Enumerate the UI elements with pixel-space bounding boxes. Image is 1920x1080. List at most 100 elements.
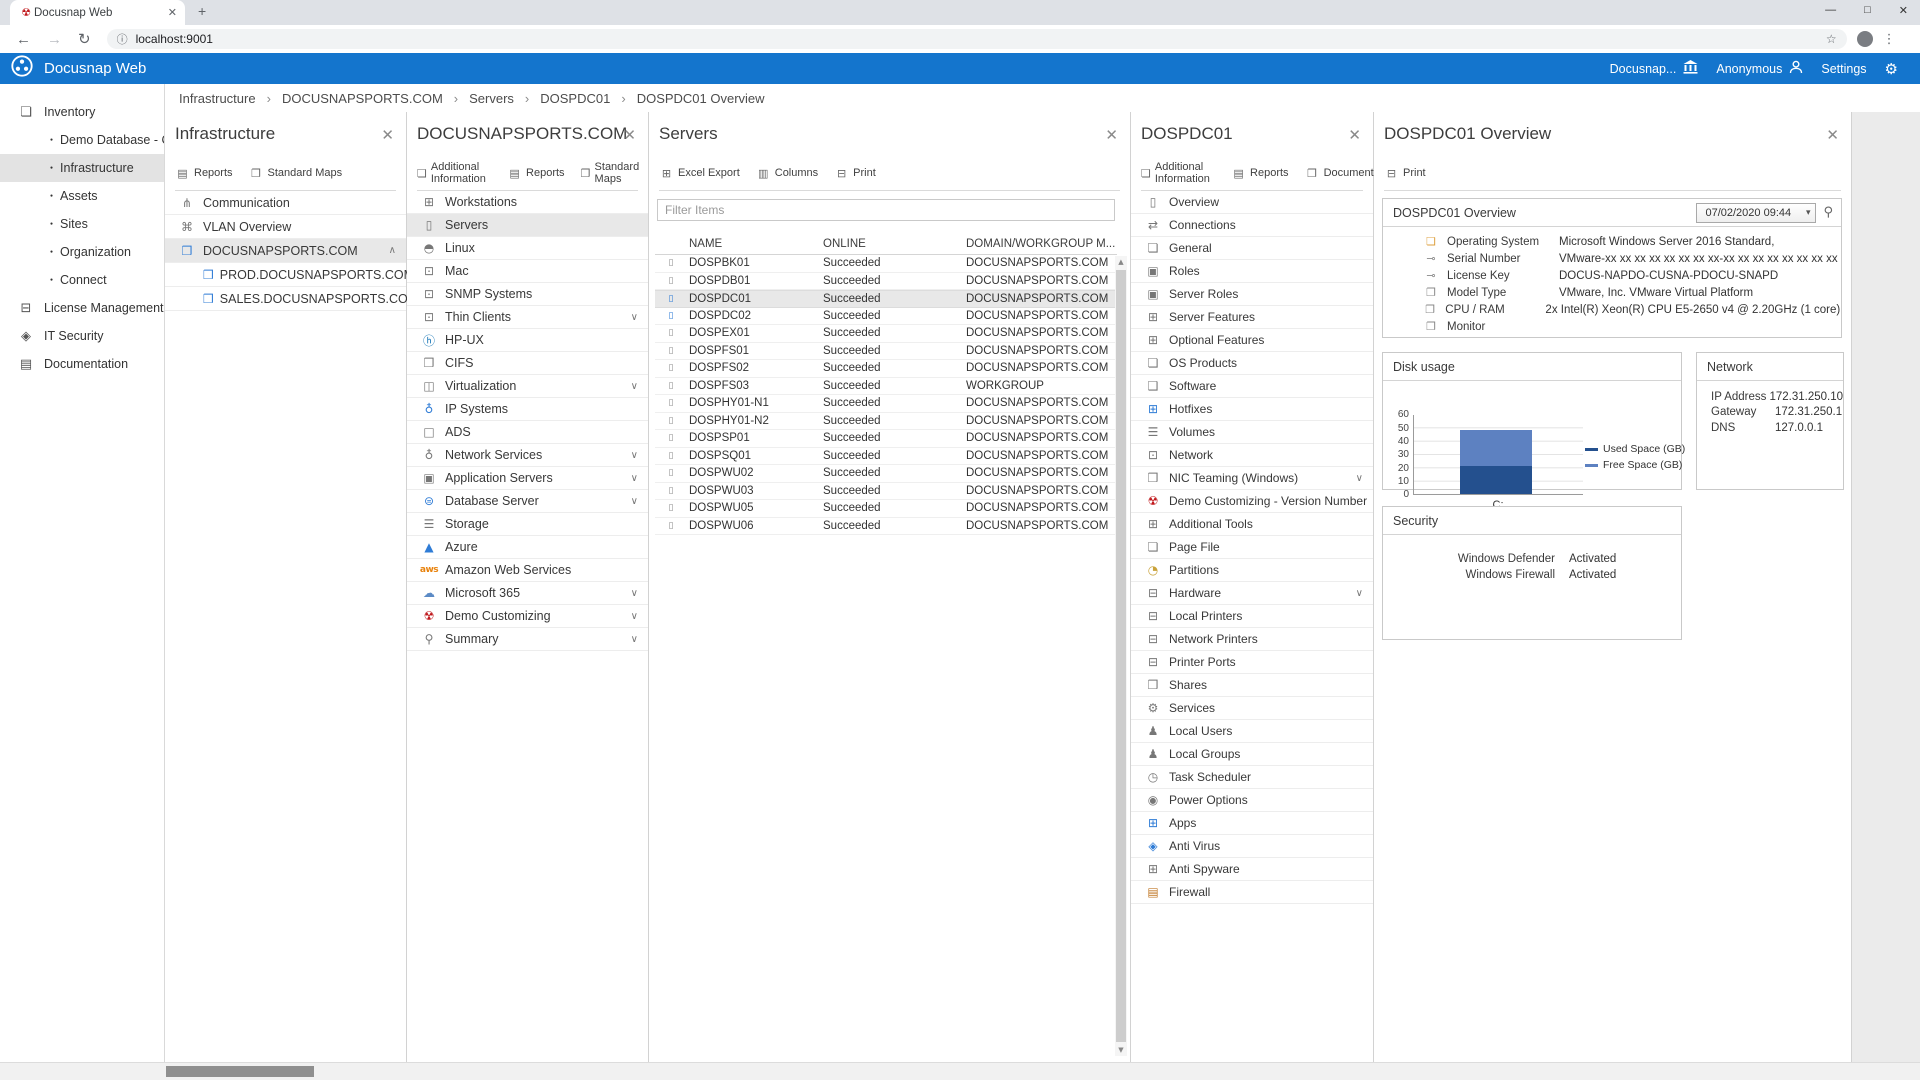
sidebar-item-inventory[interactable]: ❏ Inventory [0,98,164,126]
list-item-storage[interactable]: ☰ Storage [407,513,648,536]
list-item-network-services[interactable]: ♁ Network Services ∨ [407,444,648,467]
sidebar-item-sites[interactable]: Sites [0,210,164,238]
tree-item-docusnapsports[interactable]: ❒ DOCUSNAPSPORTS.COM ∧ [165,239,406,263]
table-row[interactable]: ▯ DOSPBK01 Succeeded DOCUSNAPSPORTS.COM [655,255,1117,273]
chevron-up-icon[interactable]: ∧ [389,245,396,256]
scrollbar-horizontal[interactable] [0,1062,1920,1080]
additional-information-button[interactable]: ❏ Additional Information [417,161,491,185]
excel-export-button[interactable]: ⊞ Excel Export [659,167,740,180]
list-item-partitions[interactable]: ◔ Partitions [1131,559,1373,582]
settings-menu[interactable]: Settings [1821,62,1866,76]
sidebar-item-assets[interactable]: Assets [0,182,164,210]
list-item-power-options[interactable]: ◉ Power Options [1131,789,1373,812]
list-item-hardware[interactable]: ⊟ Hardware ∨ [1131,582,1373,605]
list-item-os-products[interactable]: ❏ OS Products [1131,352,1373,375]
list-item-page-file[interactable]: ❏ Page File [1131,536,1373,559]
list-item-local-users[interactable]: ♟ Local Users [1131,720,1373,743]
list-item-amazon-web-services[interactable]: aws Amazon Web Services [407,559,648,582]
table-row[interactable]: ▯ DOSPSP01 Succeeded DOCUSNAPSPORTS.COM [655,430,1117,448]
list-item-summary[interactable]: ⚲ Summary ∨ [407,628,648,651]
list-item-additional-tools[interactable]: ⊞ Additional Tools [1131,513,1373,536]
snapshot-date-select[interactable]: 07/02/2020 09:44 ▾ [1696,203,1816,223]
chevron-down-icon[interactable]: ∨ [631,634,638,645]
standard-maps-button[interactable]: ❐ Standard Maps [581,161,645,185]
list-item-anti-virus[interactable]: ◈ Anti Virus [1131,835,1373,858]
url-bar[interactable]: ⓘ localhost:9001 ☆ [107,29,1847,49]
table-row[interactable]: ▯ DOSPDC01 Succeeded DOCUSNAPSPORTS.COM [655,290,1117,308]
breadcrumb-item[interactable]: DOCUSNAPSPORTS.COM [256,91,443,106]
list-item-local-groups[interactable]: ♟ Local Groups [1131,743,1373,766]
table-row[interactable]: ▯ DOSPHY01-N2 Succeeded DOCUSNAPSPORTS.C… [655,413,1117,431]
list-item-task-scheduler[interactable]: ◷ Task Scheduler [1131,766,1373,789]
table-row[interactable]: ▯ DOSPDC02 Succeeded DOCUSNAPSPORTS.COM [655,308,1117,326]
list-item-software[interactable]: ❑ Software [1131,375,1373,398]
chevron-down-icon[interactable]: ∨ [1356,473,1363,484]
window-maximize-button[interactable]: □ [1864,4,1871,17]
list-item-virtualization[interactable]: ◫ Virtualization ∨ [407,375,648,398]
window-minimize-button[interactable]: — [1825,4,1836,17]
sidebar-item-infrastructure[interactable]: Infrastructure [0,154,164,182]
table-row[interactable]: ▯ DOSPWU06 Succeeded DOCUSNAPSPORTS.COM [655,518,1117,536]
tenant-menu[interactable]: Docusnap... [1610,60,1699,77]
tree-item-vlan-overview[interactable]: ⌘ VLAN Overview [165,215,406,239]
breadcrumb-item[interactable]: DOSPDC01 [514,91,610,106]
list-item-cifs[interactable]: ❒ CIFS [407,352,648,375]
list-item-roles[interactable]: ▣ Roles [1131,260,1373,283]
list-item-demo-customizing-version-number[interactable]: ☢ Demo Customizing - Version Number [1131,490,1373,513]
list-item-overview[interactable]: ▯ Overview [1131,191,1373,214]
list-item-thin-clients[interactable]: ⊡ Thin Clients ∨ [407,306,648,329]
breadcrumb-item[interactable]: DOSPDC01 Overview [610,91,764,106]
list-item-application-servers[interactable]: ▣ Application Servers ∨ [407,467,648,490]
list-item-general[interactable]: ❏ General [1131,237,1373,260]
chevron-down-icon[interactable]: ∨ [631,312,638,323]
print-button[interactable]: ⊟ Print [834,167,876,180]
bookmark-star-icon[interactable]: ☆ [1826,32,1837,46]
list-item-azure[interactable]: ▲ Azure [407,536,648,559]
close-icon[interactable]: ✕ [1826,126,1839,144]
reports-button[interactable]: ▤ Reports [507,167,565,180]
table-column-header[interactable]: NAME [681,238,815,250]
table-row[interactable]: ▯ DOSPSQ01 Succeeded DOCUSNAPSPORTS.COM [655,448,1117,466]
chevron-down-icon[interactable]: ∨ [631,611,638,622]
list-item-server-roles[interactable]: ▣ Server Roles [1131,283,1373,306]
table-row[interactable]: ▯ DOSPHY01-N1 Succeeded DOCUSNAPSPORTS.C… [655,395,1117,413]
chevron-down-icon[interactable]: ∨ [631,588,638,599]
back-icon[interactable]: ← [16,31,31,48]
list-item-network[interactable]: ⊡ Network [1131,444,1373,467]
sidebar-item-documentation[interactable]: ▤ Documentation [0,350,164,378]
tree-item-communication[interactable]: ⋔ Communication [165,191,406,215]
breadcrumb-item[interactable]: Servers [443,91,514,106]
print-button[interactable]: ⊟ Print [1384,167,1426,180]
forward-icon[interactable]: → [47,31,62,48]
additional-information-button[interactable]: ❏ Additional Information [1141,161,1215,185]
list-item-database-server[interactable]: ⊜ Database Server ∨ [407,490,648,513]
tree-item-prod-docusnapsports[interactable]: ❒ PROD.DOCUSNAPSPORTS.COM [165,263,406,287]
table-row[interactable]: ▯ DOSPFS01 Succeeded DOCUSNAPSPORTS.COM [655,343,1117,361]
reports-button[interactable]: ▤ Reports [1231,167,1289,180]
gear-icon[interactable]: ⚙ [1885,60,1898,78]
browser-menu-icon[interactable]: ⋮ [1883,32,1896,47]
list-item-hotfixes[interactable]: ⊞ Hotfixes [1131,398,1373,421]
user-menu[interactable]: Anonymous [1716,60,1803,77]
scroll-down-icon[interactable]: ▼ [1115,1046,1127,1054]
chevron-down-icon[interactable]: ∨ [631,473,638,484]
chevron-down-icon[interactable]: ∨ [631,450,638,461]
list-item-servers[interactable]: ▯ Servers [407,214,648,237]
table-column-header[interactable]: DOMAIN/WORKGROUP M... [958,238,1117,250]
list-item-ip-systems[interactable]: ♁ IP Systems [407,398,648,421]
list-item-hp-ux[interactable]: ⓗ HP-UX [407,329,648,352]
table-row[interactable]: ▯ DOSPWU05 Succeeded DOCUSNAPSPORTS.COM [655,500,1117,518]
browser-tab[interactable]: ☢ Docusnap Web ✕ [10,0,185,25]
list-item-demo-customizing[interactable]: ☢ Demo Customizing ∨ [407,605,648,628]
list-item-network-printers[interactable]: ⊟ Network Printers [1131,628,1373,651]
table-row[interactable]: ▯ DOSPEX01 Succeeded DOCUSNAPSPORTS.COM [655,325,1117,343]
standard-maps-button[interactable]: ❐ Standard Maps [249,167,343,180]
tree-item-sales-docusnapsports[interactable]: ❒ SALES.DOCUSNAPSPORTS.COM [165,287,406,311]
list-item-linux[interactable]: ◓ Linux [407,237,648,260]
sidebar-item-organization[interactable]: Organization [0,238,164,266]
list-item-printer-ports[interactable]: ⊟ Printer Ports [1131,651,1373,674]
list-item-anti-spyware[interactable]: ⊞ Anti Spyware [1131,858,1373,881]
scrollbar-thumb[interactable] [1116,270,1126,1042]
scroll-up-icon[interactable]: ▲ [1115,258,1127,266]
list-item-ads[interactable]: □ ADS [407,421,648,444]
